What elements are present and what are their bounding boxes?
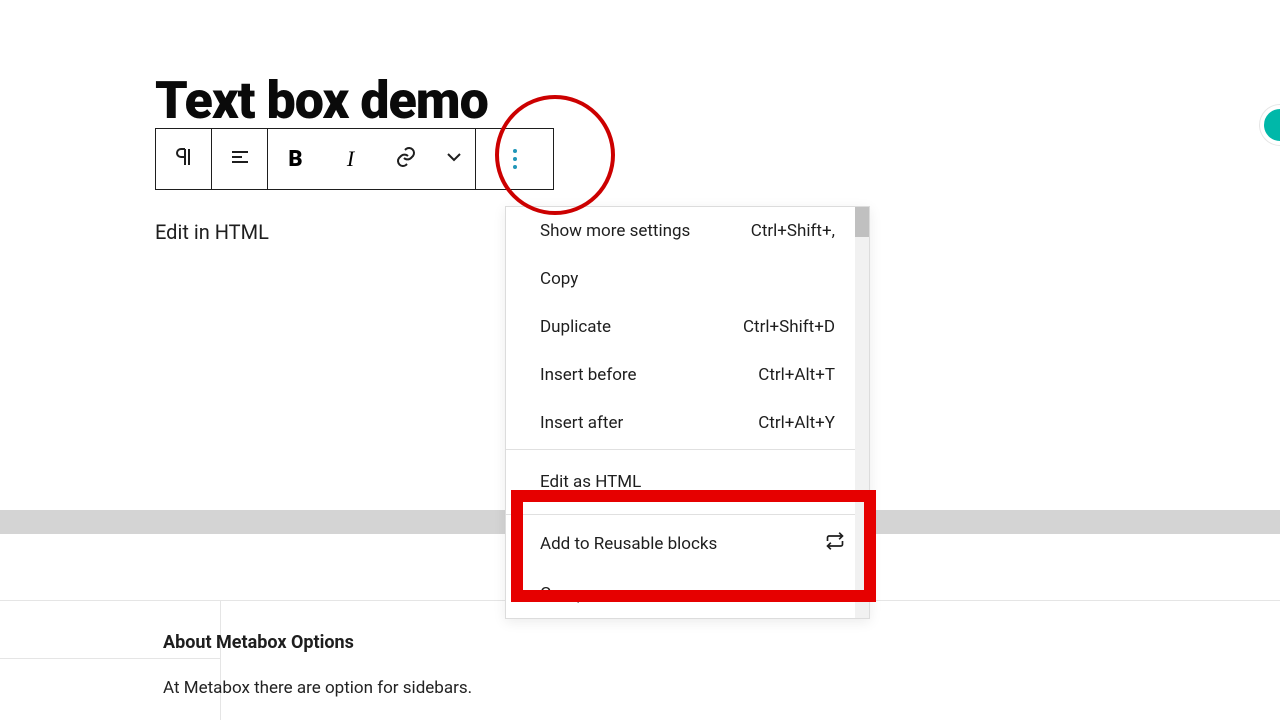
- floating-action-button[interactable]: [1260, 105, 1280, 145]
- horizontal-rule-short: [0, 658, 220, 659]
- menu-insert-after[interactable]: Insert after Ctrl+Alt+Y: [506, 399, 869, 447]
- menu-label: Copy: [540, 269, 578, 289]
- vertical-rule: [220, 600, 221, 720]
- align-left-icon: [228, 145, 252, 173]
- menu-shortcut: Ctrl+Alt+T: [758, 365, 835, 385]
- menu-label: Insert before: [540, 365, 637, 385]
- menu-label: Group: [540, 584, 586, 604]
- italic-button[interactable]: I: [323, 129, 378, 189]
- align-button[interactable]: [212, 129, 267, 189]
- menu-label: Add to Reusable blocks: [540, 534, 717, 554]
- block-toolbar: B I: [155, 128, 554, 190]
- menu-label: Show more settings: [540, 221, 690, 241]
- menu-add-reusable[interactable]: Add to Reusable blocks: [506, 517, 869, 570]
- dropdown-scrollbar-track[interactable]: [855, 207, 869, 618]
- metabox-description: At Metabox there are option for sidebars…: [163, 678, 472, 698]
- link-icon: [394, 145, 418, 173]
- menu-label: Edit as HTML: [540, 472, 641, 492]
- more-options-button[interactable]: [490, 136, 540, 182]
- menu-shortcut: Ctrl+Shift+D: [743, 317, 835, 337]
- link-button[interactable]: [378, 129, 433, 189]
- menu-separator: [506, 514, 869, 515]
- chevron-down-icon: [442, 145, 466, 173]
- dropdown-scrollbar-thumb[interactable]: [855, 207, 869, 237]
- menu-label: Insert after: [540, 413, 623, 433]
- menu-separator: [506, 449, 869, 450]
- menu-duplicate[interactable]: Duplicate Ctrl+Shift+D: [506, 303, 869, 351]
- menu-label: Duplicate: [540, 317, 611, 337]
- more-vertical-icon: [513, 149, 517, 169]
- block-content-text[interactable]: Edit in HTML: [155, 220, 269, 244]
- menu-shortcut: Ctrl+Alt+Y: [758, 413, 835, 433]
- block-options-dropdown: Show more settings Ctrl+Shift+, Copy Dup…: [505, 206, 870, 619]
- paragraph-button[interactable]: [156, 129, 211, 189]
- bold-icon: B: [288, 147, 302, 172]
- menu-show-more-settings[interactable]: Show more settings Ctrl+Shift+,: [506, 207, 869, 255]
- more-options-section: [475, 129, 553, 189]
- menu-insert-before[interactable]: Insert before Ctrl+Alt+T: [506, 351, 869, 399]
- menu-group[interactable]: Group: [506, 570, 869, 618]
- metabox-heading: About Metabox Options: [163, 632, 354, 653]
- bold-button[interactable]: B: [268, 129, 323, 189]
- menu-edit-as-html[interactable]: Edit as HTML: [506, 452, 869, 512]
- italic-icon: I: [347, 146, 354, 172]
- pilcrow-icon: [172, 145, 196, 173]
- more-format-button[interactable]: [433, 129, 475, 189]
- swap-icon: [825, 531, 845, 556]
- menu-copy[interactable]: Copy: [506, 255, 869, 303]
- page-title: Text box demo: [155, 70, 488, 131]
- menu-shortcut: Ctrl+Shift+,: [751, 221, 835, 241]
